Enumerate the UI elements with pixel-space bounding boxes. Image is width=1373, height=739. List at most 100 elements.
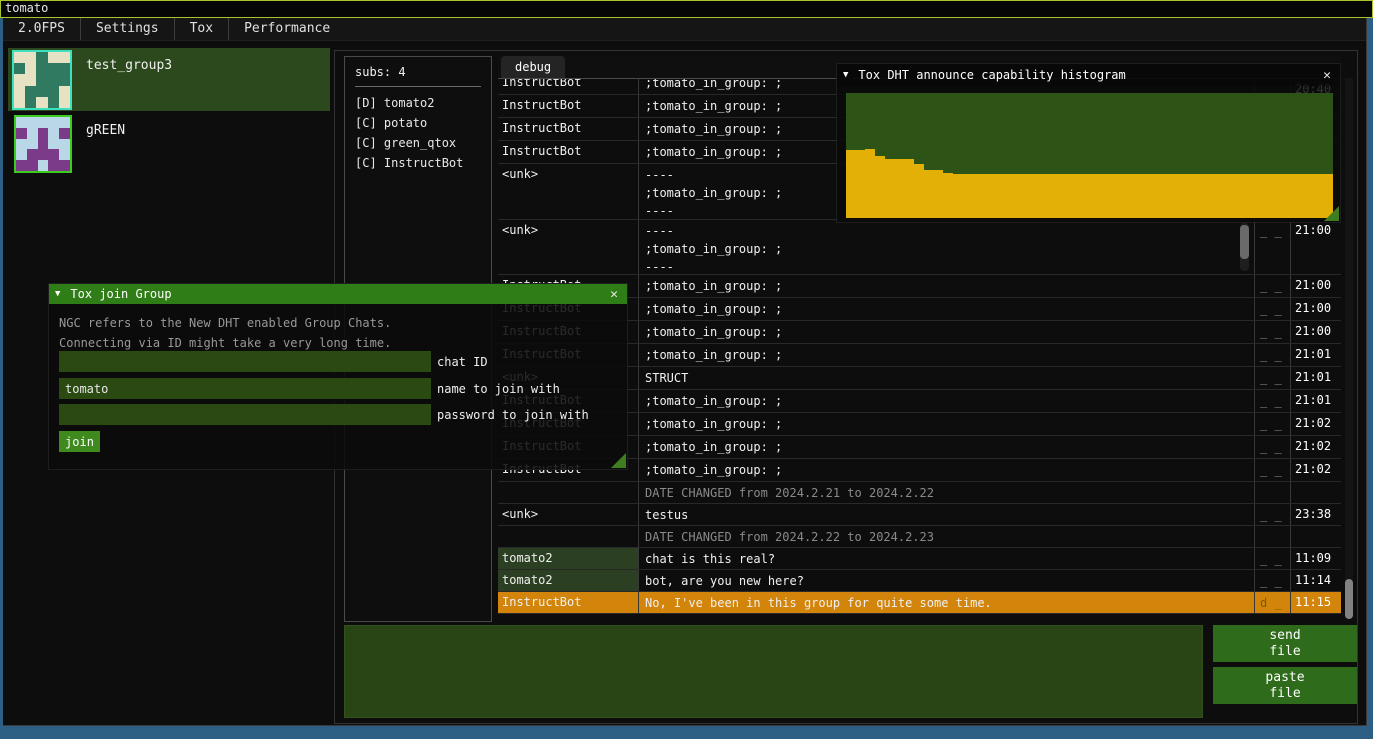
window-titlebar[interactable]: tomato: [0, 0, 1373, 18]
message-text: ;tomato_in_group: ;: [638, 459, 1254, 481]
resize-grip[interactable]: [611, 453, 626, 468]
message-flags: _ _: [1254, 390, 1290, 412]
close-icon[interactable]: ✕: [1320, 68, 1334, 83]
message-flags: _ _: [1254, 504, 1290, 525]
send-file-button[interactable]: send file: [1213, 625, 1357, 662]
histogram-bar: [1158, 174, 1168, 218]
avatar-pixel: [14, 97, 25, 108]
join-button[interactable]: join: [59, 431, 100, 452]
message-flags: _ _: [1254, 367, 1290, 389]
message-sender: <unk>: [498, 220, 638, 274]
join-desc-line2: Connecting via ID might take a very long…: [49, 333, 627, 353]
histogram-bar: [1196, 174, 1206, 218]
histogram-bar: [885, 159, 895, 218]
chat-id-input[interactable]: [59, 351, 431, 372]
date-changed-row: DATE CHANGED from 2024.2.21 to 2024.2.22: [498, 482, 1341, 504]
member-item[interactable]: [C] potato: [345, 113, 491, 133]
histogram-bar: [846, 150, 856, 218]
chat-scrollbar-thumb[interactable]: [1345, 579, 1353, 619]
collapse-arrow-icon[interactable]: ▼: [55, 289, 60, 299]
message-cell-scrollbar-thumb[interactable]: [1240, 225, 1249, 259]
avatar-pixel: [36, 63, 47, 74]
join-window-title: Tox join Group: [70, 287, 607, 301]
join-desc-line1: NGC refers to the New DHT enabled Group …: [49, 304, 627, 333]
histogram-bar: [1294, 174, 1304, 218]
message-sender: [498, 526, 638, 547]
name-input[interactable]: [59, 378, 431, 399]
avatar-pixel: [16, 128, 27, 139]
chat-row: <unk>---- ;tomato_in_group: ; ----_ _21:…: [498, 220, 1341, 275]
avatar-pixel: [14, 86, 25, 97]
avatar-pixel: [38, 128, 49, 139]
histogram-bar: [904, 159, 914, 218]
member-item[interactable]: [D] tomato2: [345, 93, 491, 113]
message-cell-scrollbar[interactable]: [1240, 223, 1249, 271]
collapse-arrow-icon[interactable]: ▼: [843, 70, 848, 80]
message-text: ;tomato_in_group: ;: [638, 321, 1254, 343]
close-icon[interactable]: ✕: [607, 287, 621, 302]
avatar-pixel: [59, 86, 70, 97]
group-item-gREEN[interactable]: gREEN: [8, 113, 330, 173]
histogram-bar: [973, 174, 983, 218]
member-item[interactable]: [C] InstructBot: [345, 153, 491, 173]
join-group-window: ▼ Tox join Group ✕ NGC refers to the New…: [48, 283, 628, 470]
paste-file-button[interactable]: paste file: [1213, 667, 1357, 704]
histogram-plot: [846, 93, 1333, 218]
menu-item-performance[interactable]: Performance: [229, 18, 345, 40]
member-item[interactable]: [C] green_qtox: [345, 133, 491, 153]
avatar-pixel: [48, 117, 59, 128]
histogram-bar: [953, 174, 963, 218]
menu-item-2.0fps: 2.0FPS: [3, 18, 80, 40]
avatar-pixel: [48, 149, 59, 160]
message-time: 21:00: [1290, 298, 1341, 320]
message-flags: [1254, 482, 1290, 503]
group-item-test_group3[interactable]: test_group3: [8, 48, 330, 111]
message-text: No, I've been in this group for quite so…: [638, 592, 1254, 613]
message-time: 23:38: [1290, 504, 1341, 525]
histogram-bar: [1050, 174, 1060, 218]
resize-grip[interactable]: [1324, 206, 1339, 221]
avatar-pixel: [16, 117, 27, 128]
password-input[interactable]: [59, 404, 431, 425]
message-sender: <unk>: [498, 504, 638, 525]
menu-item-settings[interactable]: Settings: [81, 18, 174, 40]
avatar-pixel: [25, 86, 36, 97]
histogram-bar: [963, 174, 973, 218]
message-sender: InstructBot: [498, 592, 638, 613]
histogram-bar: [924, 170, 934, 218]
message-time: 21:01: [1290, 390, 1341, 412]
histogram-window-titlebar[interactable]: ▼ Tox DHT announce capability histogram …: [837, 64, 1340, 86]
message-time: 21:02: [1290, 459, 1341, 481]
avatar-pixel: [59, 97, 70, 108]
avatar-pixel: [25, 52, 36, 63]
avatar-pixel: [59, 149, 70, 160]
message-time: [1290, 526, 1341, 547]
avatar-pixel: [16, 149, 27, 160]
chat-scrollbar[interactable]: [1345, 78, 1353, 614]
message-flags: _ _: [1254, 220, 1290, 274]
avatar-pixel: [48, 63, 59, 74]
avatar-pixel: [25, 97, 36, 108]
histogram-bar: [943, 173, 953, 218]
join-window-titlebar[interactable]: ▼ Tox join Group ✕: [49, 284, 627, 304]
histogram-bar: [992, 174, 1002, 218]
avatar-pixel: [14, 74, 25, 85]
histogram-window-title: Tox DHT announce capability histogram: [858, 68, 1320, 82]
message-flags: _ _: [1254, 321, 1290, 343]
histogram-bar: [1070, 174, 1080, 218]
histogram-bar: [1284, 174, 1294, 218]
histogram-bar: [875, 156, 885, 219]
avatar-pixel: [36, 52, 47, 63]
histogram-bar: [934, 170, 944, 218]
menu-item-tox[interactable]: Tox: [175, 18, 228, 40]
message-input[interactable]: [344, 625, 1203, 718]
avatar-pixel: [16, 139, 27, 150]
avatar-pixel: [48, 128, 59, 139]
avatar-pixel: [25, 74, 36, 85]
avatar-pixel: [14, 52, 25, 63]
chat-row: InstructBotNo, I've been in this group f…: [498, 592, 1341, 614]
avatar-pixel: [38, 139, 49, 150]
message-text: ;tomato_in_group: ;: [638, 275, 1254, 297]
tab-debug[interactable]: debug: [501, 56, 565, 78]
histogram-bar: [1021, 174, 1031, 218]
